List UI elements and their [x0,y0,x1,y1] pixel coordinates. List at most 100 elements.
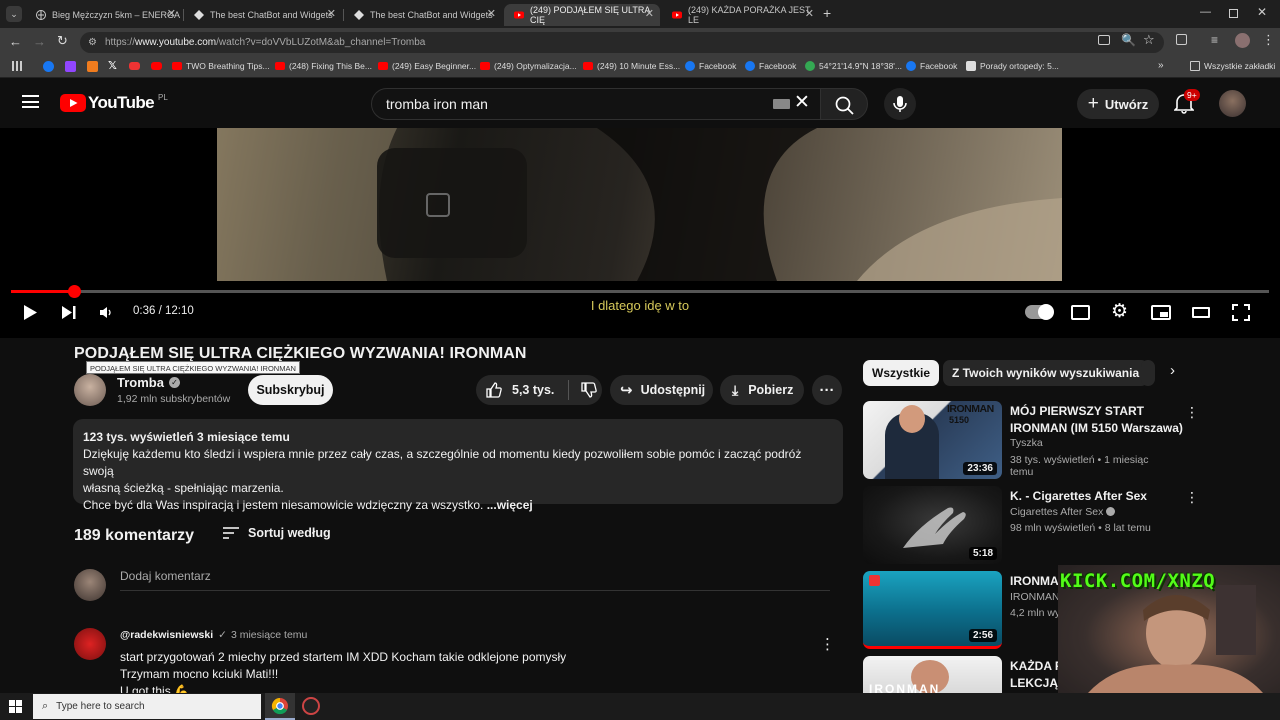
all-bookmarks-folder[interactable]: Wszystkie zakładki [1190,61,1275,71]
play-button[interactable] [22,304,38,321]
reload-icon[interactable]: ↻ [57,33,68,49]
cast-icon[interactable] [1098,35,1110,45]
zoom-icon[interactable]: 🔍 [1121,33,1136,47]
channel-name[interactable]: Cigarettes After Sex [1010,506,1116,518]
settings-gear-icon[interactable]: ⚙ [1111,302,1128,322]
share-button[interactable]: ↪ Udostępnij [610,375,713,405]
autoplay-toggle[interactable] [1025,304,1054,320]
bookmark-item[interactable]: Facebook [745,61,796,71]
maximize-icon[interactable] [1229,9,1238,18]
more-bookmarks-icon[interactable]: » [1158,60,1164,71]
tab-close-icon[interactable]: ✕ [645,7,654,20]
youtube-icon[interactable] [151,62,162,70]
like-button[interactable] [486,382,502,398]
commenter-avatar[interactable] [74,628,106,660]
bookmark-item[interactable]: Facebook [685,61,736,71]
download-button[interactable]: ⤓ Pobierz [720,375,804,405]
bookmark-item[interactable]: (249) Easy Beginner... [378,61,476,71]
add-comment-input[interactable]: Dodaj komentarz [120,569,830,591]
twitch-icon[interactable] [65,61,76,72]
facebook-icon[interactable] [43,61,54,72]
hamburger-menu-icon[interactable] [22,95,39,108]
notifications-button[interactable]: 9+ [1174,89,1200,114]
chevron-right-icon[interactable]: › [1170,362,1175,379]
video-title[interactable]: K. - Cigarettes After Sex [1010,488,1190,505]
bookmark-item[interactable]: (249) Optymalizacja... [480,61,577,71]
subscribe-button[interactable]: Subskrybuj [248,375,333,405]
youtube-logo[interactable]: YouTube PL [60,93,168,113]
bookmark-app-icon[interactable] [87,61,98,72]
tab-close-icon[interactable]: ✕ [167,7,176,20]
forward-icon[interactable]: → [33,34,46,49]
tab-close-icon[interactable]: ✕ [327,7,336,20]
video-thumbnail[interactable]: IRONMAN [863,656,1002,693]
bookmark-app-icon[interactable] [129,62,140,70]
next-button[interactable] [61,305,77,320]
video-thumbnail[interactable]: 2:56 [863,571,1002,649]
bookmark-item[interactable]: Facebook [906,61,957,71]
video-thumbnail[interactable]: IRONMAN 5150 23:36 [863,401,1002,479]
progress-bar[interactable] [11,285,1269,298]
theater-mode-icon[interactable] [1192,307,1210,318]
obs-icon[interactable] [302,697,320,715]
fullscreen-button[interactable] [1232,304,1250,321]
tab-1[interactable]: The best ChatBot and Widgets ✕ [184,4,342,26]
x-twitter-icon[interactable]: 𝕏 [108,59,117,72]
bookmark-item[interactable]: TWO Breathing Tips... [172,61,270,71]
bookmark-star-icon[interactable]: ☆ [1143,32,1155,48]
chip-partial[interactable] [1141,360,1155,386]
tab-3-active[interactable]: (249) PODJĄŁEM SIĘ ULTRA CIĘ ✕ [504,4,660,26]
recommended-video[interactable]: IRONMAN 5150 23:36 MÓJ PIERWSZY START IR… [863,401,1199,479]
more-actions-icon[interactable]: ··· [812,375,842,405]
search-input[interactable]: tromba iron man [371,88,821,120]
progress-scrubber[interactable] [67,285,81,298]
tab-close-icon[interactable]: ✕ [487,7,496,20]
bookmark-item[interactable]: 54°21'14.9"N 18°38'... [805,61,902,71]
miniplayer-icon[interactable] [1151,305,1171,320]
voice-search-button[interactable] [884,88,916,120]
description-box[interactable]: 123 tys. wyświetleń 3 miesiące temu Dzię… [73,419,843,512]
video-thumbnail[interactable]: 5:18 [863,486,1002,564]
tab-search-icon[interactable]: ⌄ [6,6,22,22]
back-icon[interactable]: ← [9,34,22,49]
close-window-icon[interactable]: ✕ [1257,5,1267,19]
minimize-icon[interactable]: — [1200,6,1211,18]
search-button[interactable] [820,88,868,120]
recommended-video[interactable]: 5:18 K. - Cigarettes After Sex Cigarette… [863,486,1199,564]
subtitles-icon[interactable] [1071,305,1090,320]
video-title[interactable]: MÓJ PIERWSZY START IRONMAN (IM 5150 Wars… [1010,403,1190,437]
account-avatar[interactable] [1219,90,1246,117]
apps-grid-icon[interactable] [12,61,22,71]
dislike-button[interactable] [581,382,598,398]
address-bar[interactable]: ⚙ https://www.youtube.com/watch?v=doVVbL… [80,32,1164,53]
clear-search-icon[interactable]: ✕ [794,93,810,113]
create-button[interactable]: + Utwórz [1077,89,1159,119]
channel-avatar[interactable] [74,374,106,406]
chrome-taskbar-button[interactable] [265,693,295,720]
menu-kebab-icon[interactable]: ⋮ [1185,404,1199,421]
tab-2[interactable]: The best ChatBot and Widgets ✕ [344,4,502,26]
tab-0[interactable]: Bieg Mężczyzn 5km – ENERGA ✕ [26,4,182,26]
comment-date[interactable]: 3 miesiące temu [231,629,307,641]
new-tab-icon[interactable]: + [823,5,831,21]
menu-kebab-icon[interactable]: ⋮ [1262,32,1275,48]
windows-start-icon[interactable] [9,700,22,713]
taskbar-search-input[interactable]: ⌕ Type here to search [33,694,261,719]
profile-avatar[interactable] [1235,33,1250,48]
like-count[interactable]: 5,3 tys. [512,383,554,397]
comment-author[interactable]: @radekwisniewski [120,629,213,641]
tab-4[interactable]: (249) KAŻDA PORAŻKA JEST LE ✕ [662,4,820,26]
sort-comments-button[interactable]: Sortuj według [223,526,331,540]
show-more-link[interactable]: ...więcej [487,498,533,512]
channel-name-link[interactable]: Tromba ✓ [117,375,180,390]
comment-menu-icon[interactable]: ⋮ [820,635,835,653]
menu-kebab-icon[interactable]: ⋮ [1185,489,1199,506]
reading-list-icon[interactable]: ≡ [1211,33,1218,47]
mute-button[interactable] [99,306,113,319]
extensions-icon[interactable] [1176,34,1187,45]
bookmark-item[interactable]: (249) 10 Minute Ess... [583,61,680,71]
video-frame[interactable] [217,128,1062,281]
site-info-icon[interactable]: ⚙ [88,37,97,48]
bookmark-item[interactable]: (248) Fixing This Be... [275,61,372,71]
keyboard-icon[interactable] [773,99,790,109]
